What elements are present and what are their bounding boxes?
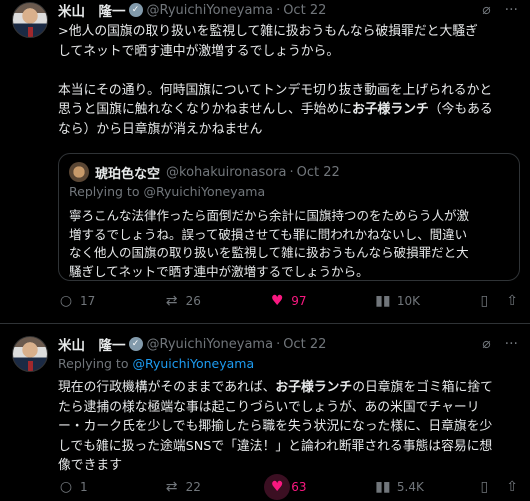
tweet-text: 現在の行政機構がそのままであれば、お子様ランチの日章旗をゴミ箱に捨て たら逮捕の…	[58, 380, 493, 473]
views-button[interactable]: ▮▮ 10K	[375, 293, 470, 309]
verified-badge-icon: ✓	[128, 337, 143, 351]
quoted-tweet[interactable]: 琥珀色な空 @kohakuironasora · Oct 22 Replying…	[58, 153, 520, 281]
quote-replying-to: Replying to @RyuichiYoneyama	[69, 184, 266, 199]
tweet-2[interactable]: 米山 隆一 ✓ @RyuichiYoneyama · Oct 22 ⌀ ··· …	[0, 324, 530, 501]
bookmark-icon[interactable]: ▯	[481, 293, 489, 309]
timestamp[interactable]: Oct 22	[283, 3, 326, 18]
views-button[interactable]: ▮▮ 5.4K	[375, 479, 470, 495]
tweet-header: 米山 隆一 ✓ @RyuichiYoneyama · Oct 22	[58, 334, 518, 355]
text-line: （今もある	[428, 102, 493, 117]
share-icon[interactable]: ⇧	[506, 479, 518, 495]
retweet-button[interactable]: ⇄ 22	[164, 479, 259, 495]
handle[interactable]: @RyuichiYoneyama	[147, 3, 274, 18]
display-name[interactable]: 米山 隆一	[58, 334, 126, 354]
tweet-header: 米山 隆一 ✓ @RyuichiYoneyama · Oct 22	[58, 0, 518, 21]
more-icon[interactable]: ···	[505, 2, 518, 18]
like-button[interactable]: ♥ 63	[264, 474, 364, 500]
action-bar: ○ 1 ⇄ 22 ♥ 63 ▮▮ 5.4K ▯ ⇧	[58, 474, 518, 500]
quote-timestamp: Oct 22	[296, 164, 340, 180]
retweet-icon: ⇄	[165, 479, 178, 495]
quote-text: 寧ろこんな法律作ったら面倒だから余計に国旗持つのをためらう人が激 増するでしょう…	[69, 208, 470, 279]
quote-handle: @kohakuironasora	[166, 164, 287, 180]
replying-to: Replying to @RyuichiYoneyama	[58, 356, 255, 371]
handle[interactable]: @RyuichiYoneyama	[147, 337, 274, 352]
retweet-button[interactable]: ⇄ 26	[164, 293, 259, 309]
quote-avatar	[69, 162, 89, 182]
avatar[interactable]	[12, 336, 48, 372]
text-line: してネットで晒す連中が激増するでしょうから。	[58, 43, 340, 59]
reply-icon: ○	[59, 293, 73, 309]
quote-display-name: 琥珀色な空	[95, 166, 161, 182]
grok-icon[interactable]: ⌀	[482, 336, 490, 352]
reply-icon: ○	[59, 479, 73, 495]
text-bold: お子様ランチ	[275, 380, 353, 395]
avatar[interactable]	[12, 2, 48, 38]
views-icon: ▮▮	[375, 479, 391, 495]
views-icon: ▮▮	[375, 293, 391, 309]
reply-button[interactable]: ○ 17	[58, 293, 153, 309]
heart-icon: ♥	[270, 293, 284, 309]
share-icon[interactable]: ⇧	[506, 293, 518, 309]
text-line: 思うと国旗に触れなくなりかねませんし、手始めに	[58, 102, 352, 117]
tweet-text: >他人の国旗の取り扱いを監視して雑に扱おうもんなら破損罪だと大騒ぎ してネットで…	[58, 22, 518, 139]
replying-to-link[interactable]: @RyuichiYoneyama	[132, 356, 254, 371]
more-icon[interactable]: ···	[505, 336, 518, 352]
reply-button[interactable]: ○ 1	[58, 479, 153, 495]
bookmark-icon[interactable]: ▯	[481, 479, 489, 495]
heart-icon: ♥	[270, 479, 284, 495]
like-button[interactable]: ♥ 97	[269, 293, 364, 309]
text-bold: お子様ランチ	[351, 102, 429, 117]
tweet-1[interactable]: 米山 隆一 ✓ @RyuichiYoneyama · Oct 22 ⌀ ··· …	[0, 0, 530, 324]
verified-badge-icon: ✓	[128, 3, 143, 17]
retweet-icon: ⇄	[165, 293, 178, 309]
action-bar: ○ 17 ⇄ 26 ♥ 97 ▮▮ 10K ▯ ⇧	[58, 293, 518, 309]
text-line: >他人の国旗の取り扱いを監視して雑に扱おうもんなら破損罪だと大騒ぎ	[58, 24, 478, 39]
timestamp[interactable]: Oct 22	[283, 337, 326, 352]
grok-icon[interactable]: ⌀	[482, 2, 490, 18]
display-name[interactable]: 米山 隆一	[58, 0, 126, 20]
separator: ·	[276, 2, 281, 18]
text-line: なら）から日章旗が消えかねません	[58, 121, 263, 137]
text-line: 本当にその通り。何時国旗についてトンデモ切り抜き動画を上げられるかと	[58, 82, 493, 98]
